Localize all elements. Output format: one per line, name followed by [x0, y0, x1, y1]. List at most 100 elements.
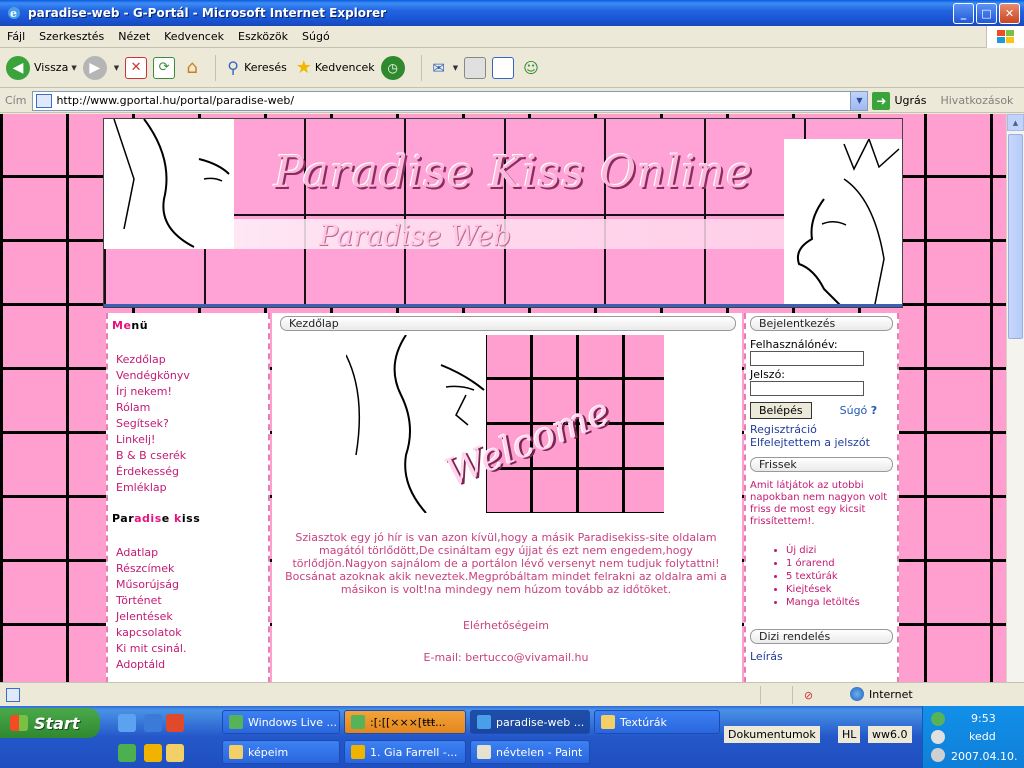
back-button[interactable]: ◀ Vissza ▼	[6, 55, 77, 80]
search-button[interactable]: ⚲ Keresés	[222, 57, 287, 79]
network-tray-icon[interactable]	[931, 730, 945, 744]
mail-button[interactable]: ✉ ▼	[428, 57, 458, 79]
volume-tray-icon[interactable]	[931, 748, 945, 762]
task-textures[interactable]: Textúrák	[594, 710, 720, 734]
register-link[interactable]: Regisztráció	[750, 423, 897, 436]
address-input[interactable]: http://www.gportal.hu/portal/paradise-we…	[32, 90, 869, 111]
news-text: Amit látjátok az utobbi napokban nem nag…	[750, 480, 888, 527]
pk-link-datasheet[interactable]: Adatlap	[116, 545, 268, 561]
pk-link-who-does-what[interactable]: Ki mit csinál.	[116, 641, 268, 657]
news-link-textures[interactable]: 5 textúrák	[786, 570, 897, 583]
messenger-tray-icon[interactable]	[931, 712, 945, 726]
links-button[interactable]: Hivatkozások	[940, 94, 1013, 107]
start-button[interactable]: Start	[0, 708, 100, 738]
task-paradise-web[interactable]: paradise-web ...	[470, 710, 590, 734]
content-header: Kezdőlap	[280, 316, 736, 331]
scroll-up-icon[interactable]: ▲	[1007, 114, 1024, 131]
username-label: Felhasználónév:	[750, 338, 838, 351]
news-link-manga-download[interactable]: Manga letöltés	[786, 596, 897, 609]
menu-link-about[interactable]: Rólam	[116, 400, 268, 416]
favorites-label: Kedvencek	[314, 61, 375, 74]
address-url[interactable]: http://www.gportal.hu/portal/paradise-we…	[56, 94, 294, 107]
menu-link-interesting[interactable]: Érdekesség	[116, 464, 268, 480]
ww-toolbar[interactable]: ww6.0	[868, 726, 912, 743]
quicklaunch-desktop-icon[interactable]	[118, 714, 136, 732]
email-link[interactable]: E-mail: bertucco@vivamail.hu	[280, 651, 732, 664]
username-input[interactable]	[750, 351, 864, 366]
messenger-button[interactable]: ☺	[520, 57, 542, 79]
menu-link-linkme[interactable]: Linkelj!	[116, 432, 268, 448]
windows-logo-icon	[986, 26, 1024, 48]
task-chat[interactable]: :[:[[×××[ŧŧŧ...	[344, 710, 466, 734]
help-link[interactable]: Súgó ?	[840, 404, 878, 417]
description-link[interactable]: Leírás	[750, 650, 897, 663]
task-paint[interactable]: névtelen - Paint	[470, 740, 590, 764]
contacts-link[interactable]: Elérhetőségeim	[280, 619, 732, 632]
refresh-button[interactable]: ⟳	[153, 56, 176, 79]
documents-deskbar[interactable]: Dokumentumok	[724, 726, 820, 743]
news-link-pronunciations[interactable]: Kiejtések	[786, 583, 897, 596]
clock-date: 2007.04.10.	[951, 750, 1018, 763]
task-gia-farrell[interactable]: 1. Gia Farrell -...	[344, 740, 466, 764]
pk-link-story[interactable]: Történet	[116, 593, 268, 609]
paradise-kiss-heading: Paradise kiss	[112, 512, 201, 525]
banner-subtitle: Paradise Web	[319, 219, 512, 252]
maximize-button[interactable]: □	[976, 3, 997, 24]
chevron-down-icon: ▼	[113, 63, 120, 72]
go-button[interactable]: ➜ Ugrás	[872, 91, 926, 110]
print-button[interactable]	[464, 56, 487, 79]
address-label: Cím	[5, 94, 27, 107]
history-button[interactable]: ◷	[380, 55, 409, 80]
internet-zone: Internet	[850, 687, 913, 701]
password-input[interactable]	[750, 381, 864, 396]
svg-text:e: e	[10, 7, 17, 20]
menu-link-home[interactable]: Kezdőlap	[116, 352, 268, 368]
menu-help[interactable]: Súgó	[295, 30, 337, 43]
menu-view[interactable]: Nézet	[111, 30, 157, 43]
search-label: Keresés	[244, 61, 287, 74]
pk-link-episodes[interactable]: Részcímek	[116, 561, 268, 577]
chevron-down-icon[interactable]: ▼	[850, 91, 868, 110]
close-button[interactable]: ✕	[999, 3, 1020, 24]
task-windows-live[interactable]: Windows Live ...	[222, 710, 340, 734]
quicklaunch-ie-icon[interactable]	[144, 714, 162, 732]
quicklaunch-messenger-icon[interactable]	[118, 744, 136, 762]
home-button[interactable]: ⌂	[181, 57, 203, 79]
menu-link-write-me[interactable]: Írj nekem!	[116, 384, 268, 400]
pk-link-relations[interactable]: kapcsolatok	[116, 625, 268, 641]
messenger-icon: ☺	[523, 58, 539, 77]
login-button[interactable]: Belépés	[750, 402, 812, 419]
stop-button[interactable]: ✕	[125, 56, 148, 79]
quicklaunch-app-icon[interactable]	[166, 714, 184, 732]
history-icon: ◷	[380, 55, 405, 80]
forward-button[interactable]: ▶ ▼	[82, 55, 120, 80]
right-sidebar: Bejelentkezés Felhasználónév: Jelszó: Be…	[744, 313, 899, 682]
pk-link-adopt[interactable]: Adoptáld	[116, 657, 268, 673]
pk-link-scenes[interactable]: Jelentések	[116, 609, 268, 625]
menu-heading: Menü	[112, 319, 149, 332]
scroll-thumb[interactable]	[1008, 134, 1023, 339]
task-my-pictures[interactable]: képeim	[222, 740, 340, 764]
forgot-password-link[interactable]: Elfelejtettem a jelszót	[750, 436, 897, 449]
quicklaunch-media-icon[interactable]	[144, 744, 162, 762]
favorites-button[interactable]: ★ Kedvencek	[293, 57, 375, 79]
main-menu-list: Kezdőlap Vendégkönyv Írj nekem! Rólam Se…	[116, 352, 268, 496]
minimize-button[interactable]: _	[953, 3, 974, 24]
menu-link-memento[interactable]: Emléklap	[116, 480, 268, 496]
menu-link-help[interactable]: Segítsek?	[116, 416, 268, 432]
menu-link-exchange[interactable]: B & B cserék	[116, 448, 268, 464]
edit-button[interactable]	[492, 56, 515, 79]
menu-edit[interactable]: Szerkesztés	[32, 30, 111, 43]
news-link-schedule[interactable]: 1 órarend	[786, 557, 897, 570]
menu-file[interactable]: Fájl	[0, 30, 32, 43]
news-link-dizi[interactable]: Új dizi	[786, 544, 897, 557]
pk-link-schedule[interactable]: Műsorújság	[116, 577, 268, 593]
menu-favorites[interactable]: Kedvencek	[157, 30, 231, 43]
language-indicator[interactable]: HL	[838, 726, 861, 743]
menu-link-guestbook[interactable]: Vendégkönyv	[116, 368, 268, 384]
vertical-scrollbar[interactable]: ▲	[1006, 114, 1024, 682]
menu-tools[interactable]: Eszközök	[231, 30, 295, 43]
system-tray: 9:53 kedd 2007.04.10.	[922, 706, 1024, 768]
quicklaunch-folder-icon[interactable]	[166, 744, 184, 762]
status-bar: ⊘ Internet	[0, 682, 1024, 706]
